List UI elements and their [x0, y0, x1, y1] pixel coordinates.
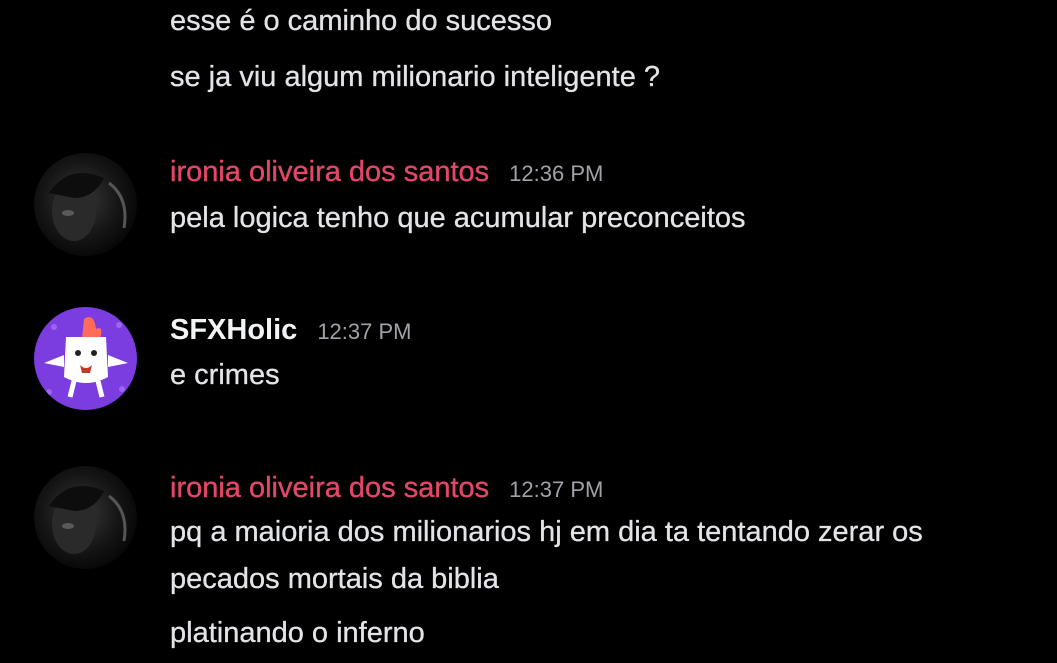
author-name[interactable]: ironia oliveira dos santos [170, 470, 490, 506]
author-name[interactable]: SFXHolic [170, 312, 297, 348]
message-timestamp: 12:37 PM [509, 477, 604, 502]
message-text: pecados mortais da biblia [170, 563, 499, 595]
dark-anime-character-avatar-icon[interactable] [34, 466, 137, 569]
message-text: esse é o caminho do sucesso [170, 5, 553, 37]
message-text: se ja viu algum milionario inteligente ? [170, 61, 661, 93]
message-timestamp: 12:37 PM [317, 319, 412, 344]
message-header: ironia oliveira dos santos 12:37 PM [170, 470, 604, 506]
chat-message-list: esse é o caminho do sucesso se ja viu al… [0, 0, 1057, 663]
message-timestamp: 12:36 PM [509, 161, 604, 186]
author-name[interactable]: ironia oliveira dos santos [170, 154, 490, 190]
message-header: SFXHolic 12:37 PM [170, 312, 411, 348]
message-text: e crimes [170, 359, 280, 391]
message-header: ironia oliveira dos santos 12:36 PM [170, 154, 604, 190]
message-text: platinando o inferno [170, 617, 425, 649]
message-text: pela logica tenho que acumular preconcei… [170, 202, 746, 234]
cartoon-character-avatar-icon[interactable] [34, 307, 137, 410]
message-text: pq a maioria dos milionarios hj em dia t… [170, 516, 923, 548]
dark-anime-character-avatar-icon[interactable] [34, 153, 137, 256]
